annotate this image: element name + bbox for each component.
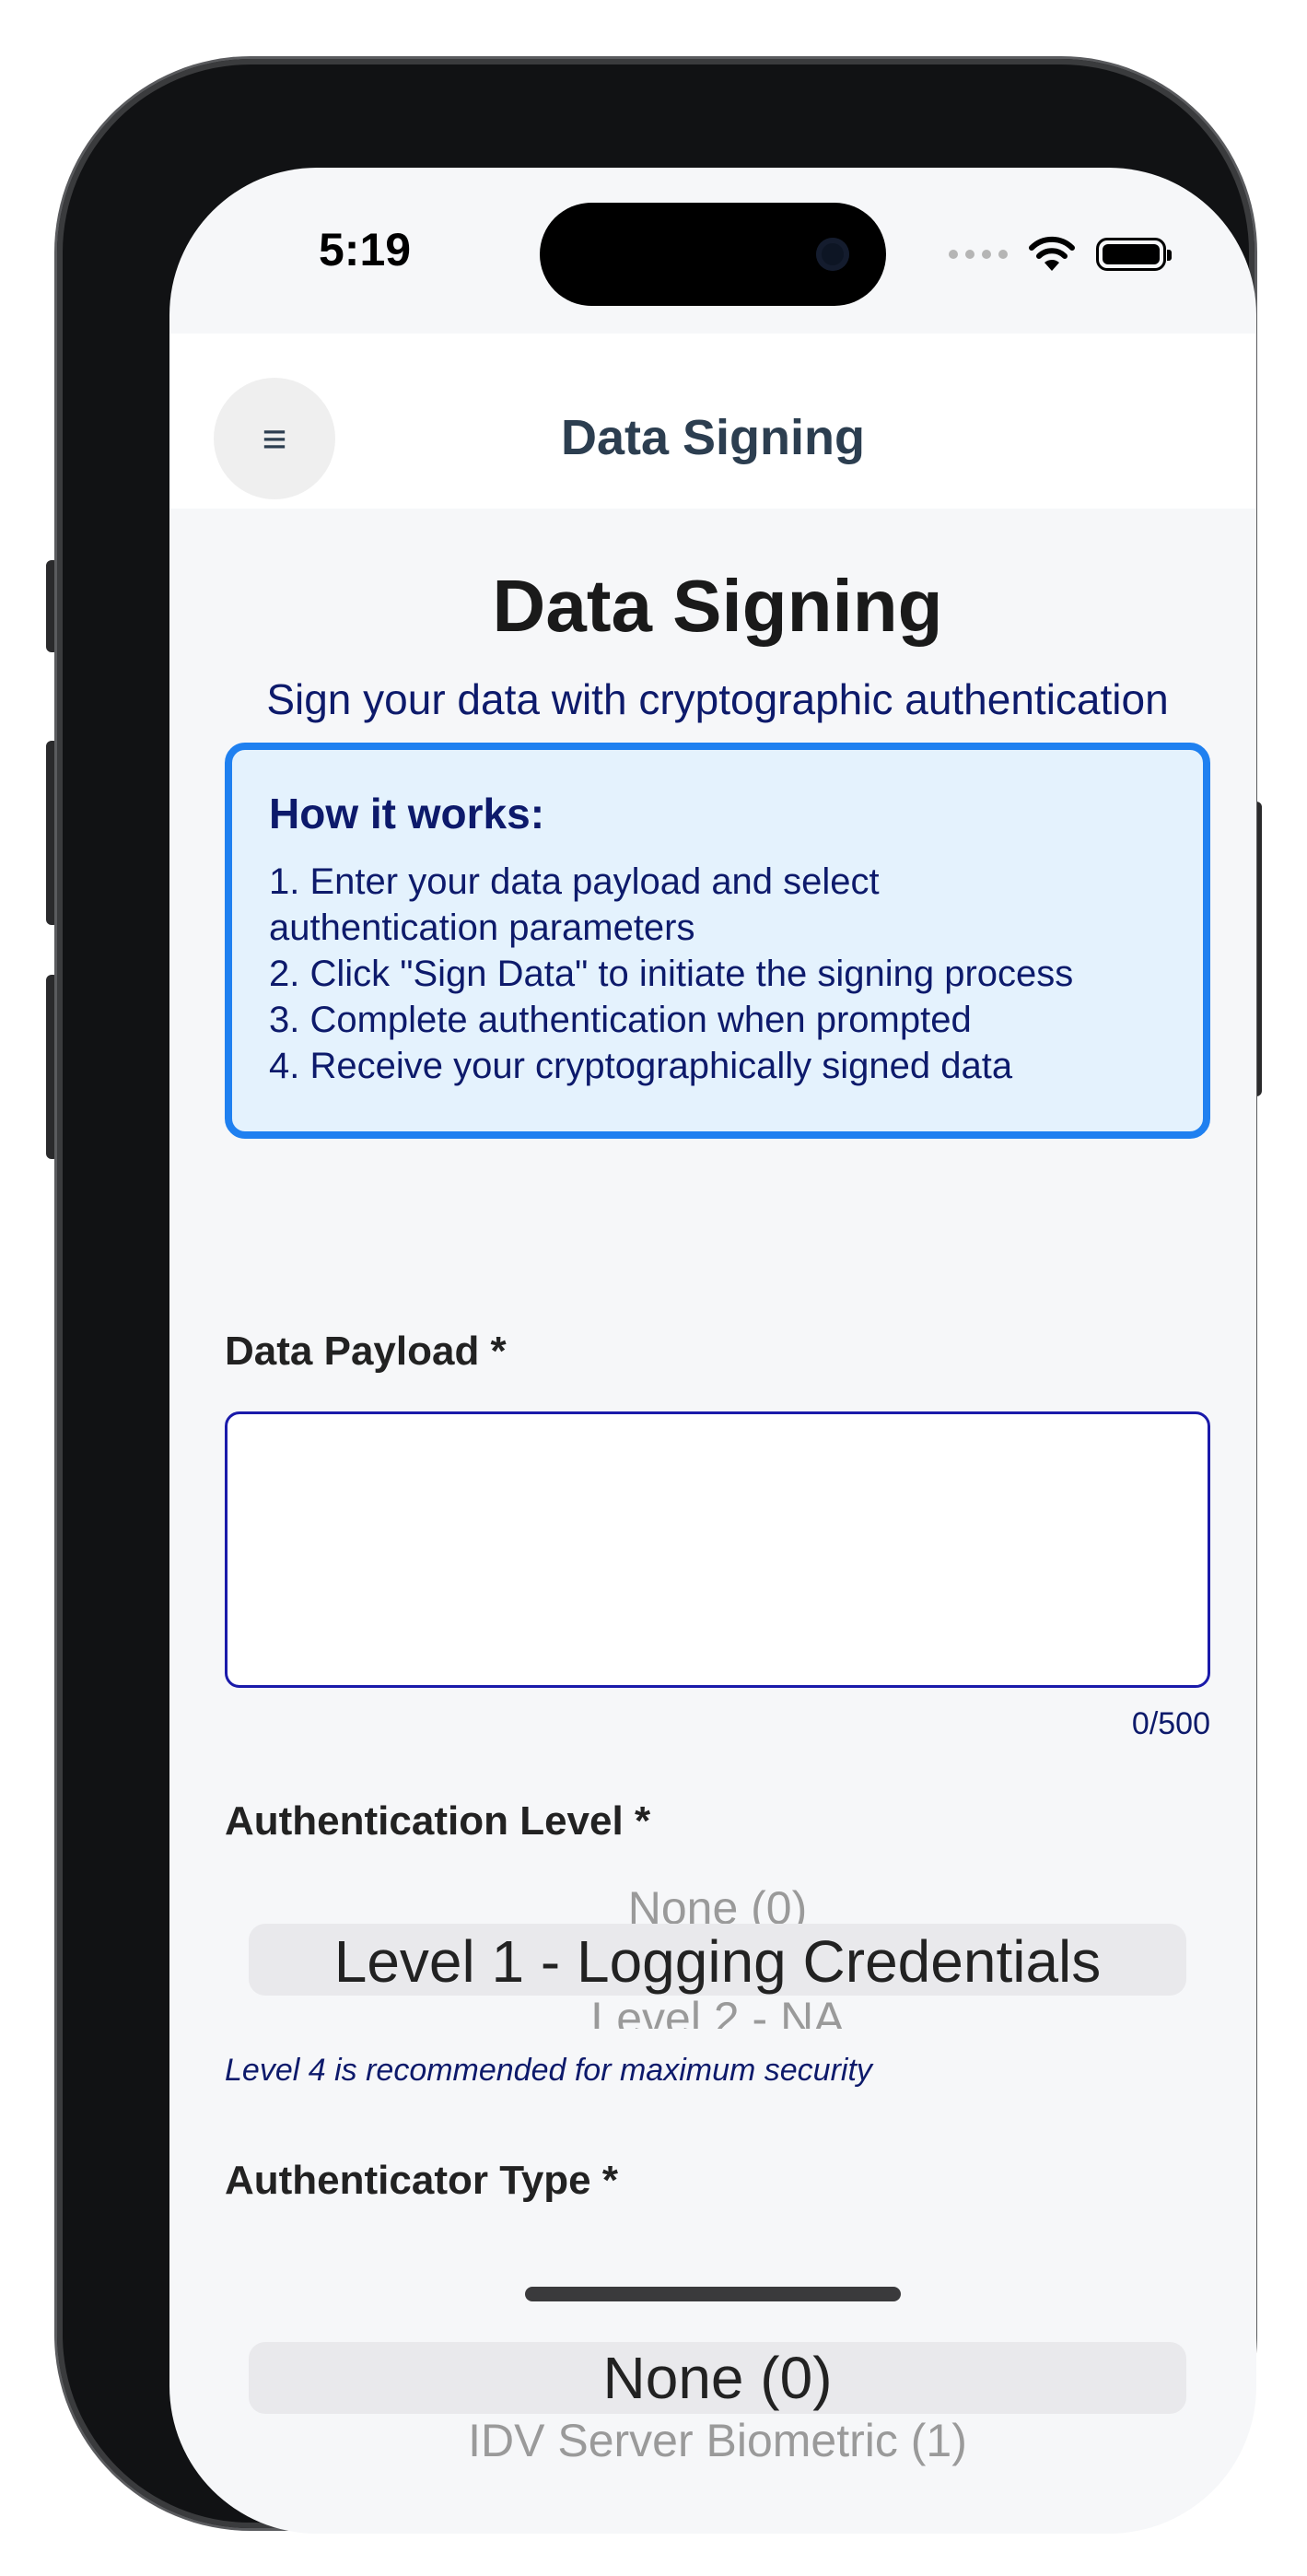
picker-selected-option[interactable]: Level 1 - Logging Credentials	[225, 1927, 1210, 1996]
authenticator-type-picker[interactable]: None (0) IDV Server Biometric (1)	[225, 2342, 1210, 2480]
step-item: 1. Enter your data payload and select	[269, 861, 880, 902]
cellular-signal-icon	[949, 250, 1008, 259]
how-it-works-box: How it works: 1. Enter your data payload…	[225, 743, 1210, 1139]
step-item: 3. Complete authentication when prompted	[269, 1000, 972, 1040]
page-title: Data Signing	[492, 565, 943, 647]
steps-list: 1. Enter your data payload and select au…	[269, 859, 1166, 1089]
dynamic-island	[540, 203, 886, 306]
auth-level-label: Authentication Level *	[225, 1798, 651, 1844]
step-item: 2. Click "Sign Data" to initiate the sig…	[269, 954, 1074, 994]
app-header: ≡ Data Signing	[169, 334, 1256, 509]
wifi-icon	[1029, 236, 1075, 271]
header-title: Data Signing	[560, 410, 865, 465]
status-time: 5:19	[319, 224, 412, 275]
auth-level-picker[interactable]: None (0) Level 1 - Logging Credentials L…	[225, 1881, 1210, 2029]
home-indicator[interactable]	[525, 2287, 901, 2301]
auth-level-hint: Level 4 is recommended for maximum secur…	[225, 2053, 872, 2088]
camera-icon	[816, 238, 849, 271]
step-item: 4. Receive your cryptographically signed…	[269, 1046, 1013, 1086]
character-counter: 0/500	[1131, 1706, 1210, 1741]
step-item: authentication parameters	[269, 907, 695, 948]
screen: 5:19 ≡ Data Signing Data Signing Sign yo…	[169, 168, 1256, 2534]
payload-label: Data Payload *	[225, 1329, 507, 1374]
status-icons	[949, 232, 1172, 276]
picker-selected-option[interactable]: None (0)	[225, 2344, 1210, 2412]
picker-option[interactable]: IDV Server Biometric (1)	[225, 2414, 1210, 2467]
battery-icon	[1096, 238, 1172, 271]
phone-frame: 5:19 ≡ Data Signing Data Signing Sign yo…	[57, 59, 1256, 2534]
picker-option[interactable]: Level 2 - NA	[225, 1992, 1210, 2029]
payload-input[interactable]	[225, 1411, 1210, 1688]
info-heading: How it works:	[269, 790, 545, 837]
page-subtitle: Sign your data with cryptographic authen…	[266, 675, 1169, 723]
authenticator-type-label: Authenticator Type *	[225, 2158, 619, 2203]
